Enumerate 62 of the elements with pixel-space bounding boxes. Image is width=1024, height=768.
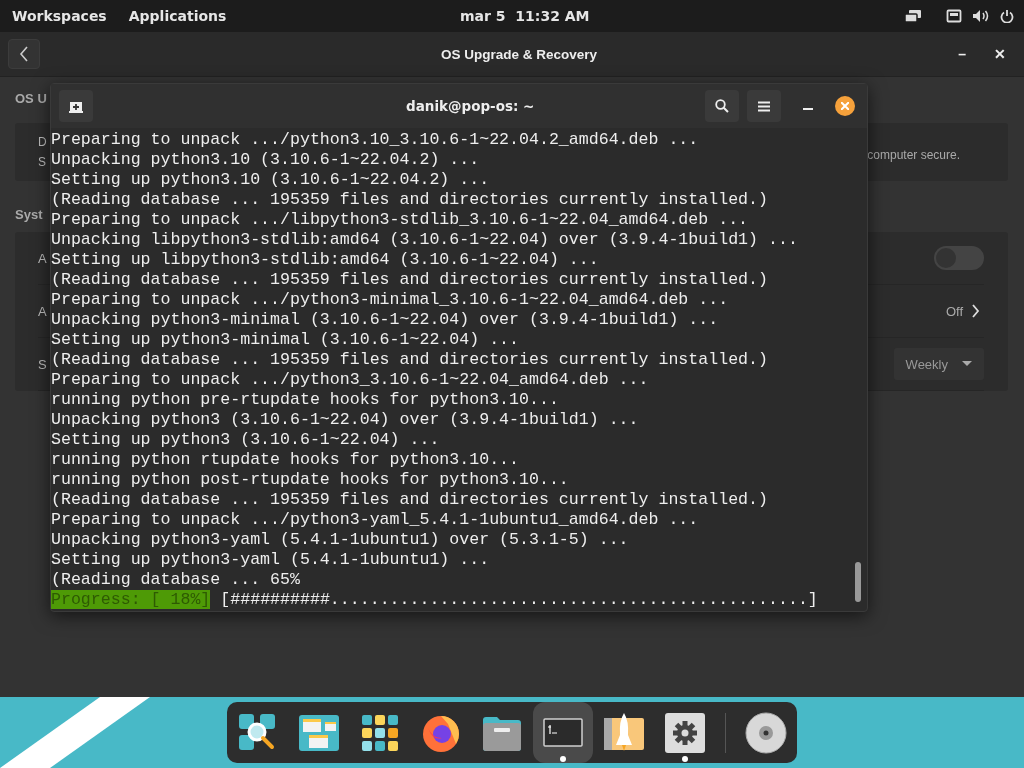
section-heading: Syst — [15, 207, 43, 224]
terminal-line: Setting up python3 (3.10.6-1~22.04) ... — [51, 430, 441, 450]
setting-value: Off — [945, 303, 963, 319]
terminal-line: Preparing to unpack .../python3-minimal_3.10.6-1~22.04_amd64.deb ... — [51, 290, 730, 310]
terminal-line: Preparing to unpack .../python3_3.10.6-1~22.04_amd64.deb ... — [51, 370, 650, 390]
terminal-line: (Reading database ... 195359 files and directories currently installed.) — [51, 190, 769, 210]
terminal-line: (Reading database ... 65% — [51, 570, 301, 590]
window-title: OS Upgrade & Recovery — [441, 46, 598, 62]
progress-bar-text: [##########................................................] — [220, 590, 818, 609]
terminal-line: Setting up python3-minimal (3.10.6-1~22.04) ... — [51, 330, 521, 350]
terminal-line: Setting up python3.10 (3.10.6-1~22.04.2) ... — [51, 170, 491, 190]
terminal-line: Unpacking python3-yaml (5.4.1-1ubuntu1) over (5.3.1-5) ... — [51, 530, 630, 550]
disc-icon[interactable] — [745, 711, 787, 754]
terminal-line: Preparing to unpack .../libpython3-stdlib_3.10.6-1~22.04_amd64.deb ... — [51, 210, 750, 230]
top-bar-menu[interactable]: Applications — [128, 8, 227, 24]
close-button[interactable]: ✕ — [990, 46, 1010, 62]
minimize-button[interactable]: – — [954, 46, 970, 62]
window-title: danik@pop-os: ~ — [406, 98, 535, 114]
terminal-line: (Reading database ... 195359 files and directories currently installed.) — [51, 350, 769, 370]
new-tab-icon — [69, 99, 83, 113]
terminal-line: (Reading database ... 195359 files and directories currently installed.) — [51, 490, 769, 510]
terminal-line: Unpacking python3-minimal (3.10.6-1~22.04) over (3.9.4-1build1) ... — [51, 310, 720, 330]
terminal-line: Preparing to unpack .../python3-yaml_5.4.1-1ubuntu1_amd64.deb ... — [51, 510, 700, 530]
caret-icon — [962, 361, 972, 367]
search-icon — [715, 99, 729, 113]
card-text: computer secure. — [867, 148, 960, 162]
power-icon[interactable] — [1000, 9, 1014, 23]
search-button[interactable] — [705, 90, 739, 122]
network-icon[interactable] — [946, 9, 962, 23]
terminal-line: running python pre-rtupdate hooks for python3.10... — [51, 390, 560, 410]
setting-label: A — [38, 303, 47, 319]
volume-icon[interactable] — [972, 9, 990, 23]
terminal-line: Unpacking libpython3-stdlib:amd64 (3.10.6-1~22.04) over (3.9.4-1build1) ... — [51, 230, 799, 250]
terminal-line: Setting up libpython3-stdlib:amd64 (3.10.6-1~22.04) ... — [51, 250, 600, 270]
clock[interactable]: mar 5 11:32 AM — [460, 8, 590, 24]
close-button[interactable] — [835, 96, 855, 116]
toggle-switch[interactable] — [934, 246, 984, 270]
terminal-line: Unpacking python3.10 (3.10.6-1~22.04.2) ... — [51, 150, 481, 170]
menu-button[interactable] — [747, 90, 781, 122]
setting-label: A — [38, 250, 47, 266]
menu-icon — [758, 100, 770, 112]
section-heading: OS U — [15, 91, 47, 108]
back-button[interactable] — [8, 39, 40, 69]
display-icon[interactable] — [904, 9, 922, 23]
terminal-line: Setting up python3-yaml (5.4.1-1ubuntu1) ... — [51, 550, 491, 570]
scrollbar-thumb[interactable] — [855, 562, 861, 602]
terminal-line: running python post-rtupdate hooks for python3.10... — [51, 470, 570, 490]
card-text: S — [38, 155, 47, 169]
back-icon — [19, 46, 29, 62]
terminal-line: Unpacking python3 (3.10.6-1~22.04) over (3.9.4-1build1) ... — [51, 410, 640, 430]
terminal-line: running python rtupdate hooks for python3.10... — [51, 450, 521, 470]
setting-label: S — [38, 356, 47, 372]
terminal-line: (Reading database ... 195359 files and directories currently installed.) — [51, 270, 769, 290]
terminal-line: Preparing to unpack .../python3.10_3.10.6-1~22.04.2_amd64.deb ... — [51, 130, 700, 150]
card-text: D — [38, 135, 47, 149]
top-bar-menu[interactable]: Workspaces — [12, 8, 107, 24]
chevron-icon[interactable] — [971, 304, 980, 318]
new-tab-button[interactable] — [59, 90, 93, 122]
progress-label: Progress: [ 18%] — [51, 590, 211, 609]
close-icon — [841, 102, 849, 110]
dropdown[interactable]: Weekly — [893, 348, 984, 380]
settings-icon[interactable] — [664, 711, 706, 754]
